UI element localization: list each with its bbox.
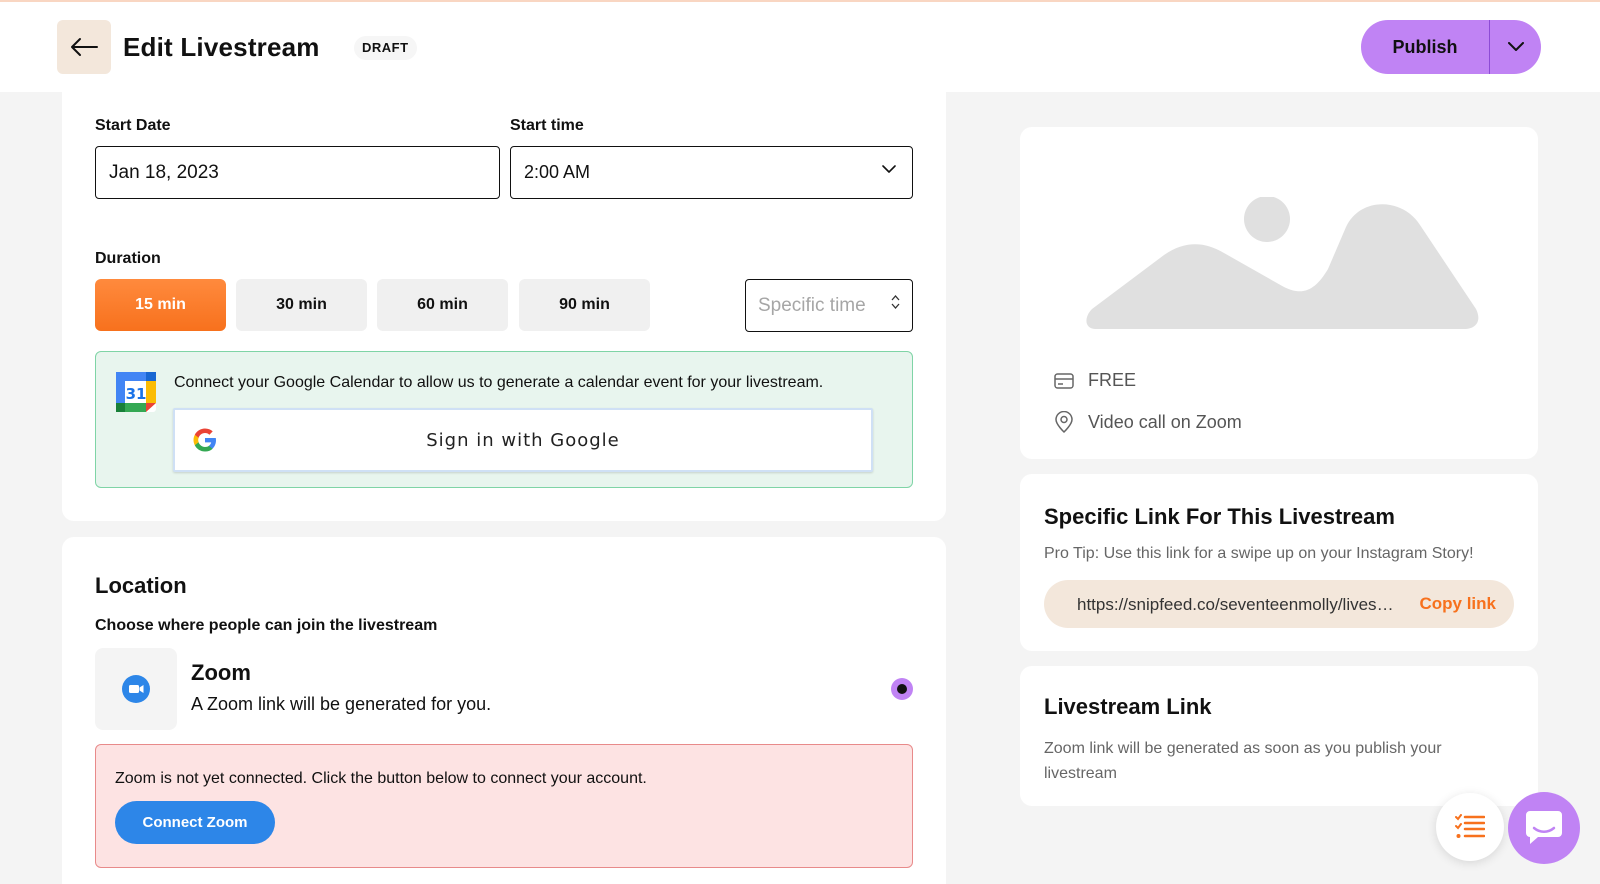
livestream-link-card: Livestream Link Zoom link will be genera… [1020, 666, 1538, 806]
livestream-link-text: Zoom link will be generated as soon as y… [1044, 740, 1442, 782]
specific-time-placeholder: Specific time [758, 294, 866, 316]
duration-label: Duration [95, 250, 161, 267]
calendar-day-number: 31 [126, 385, 147, 403]
image-placeholder-icon [1086, 197, 1479, 329]
chat-bubble-icon [1526, 811, 1562, 844]
duration-option-60[interactable]: 60 min [377, 279, 508, 331]
connect-zoom-button[interactable]: Connect Zoom [115, 801, 275, 844]
copy-link-button[interactable]: Copy link [1419, 594, 1496, 614]
start-time-select[interactable]: 2:00 AM [510, 146, 913, 199]
specific-link-card: Specific Link For This Livestream Pro Ti… [1020, 474, 1538, 651]
location-row: Video call on Zoom [1054, 411, 1242, 433]
chevron-down-icon [882, 165, 896, 173]
chat-support-button[interactable] [1508, 792, 1580, 864]
checklist-button[interactable] [1436, 793, 1504, 861]
location-title: Location [95, 573, 187, 598]
stepper-icon[interactable] [891, 295, 900, 309]
page-header: Edit Livestream DRAFT Publish [0, 2, 1600, 92]
zoom-option-title: Zoom [191, 660, 251, 685]
zoom-icon [122, 675, 150, 703]
google-calendar-message: Connect your Google Calendar to allow us… [174, 374, 824, 391]
zoom-warning-text: Zoom is not yet connected. Click the but… [115, 770, 647, 787]
back-button[interactable] [57, 20, 111, 74]
status-badge: DRAFT [354, 36, 417, 60]
publish-button-group: Publish [1361, 20, 1541, 74]
arrow-left-icon [71, 38, 98, 56]
price-text: FREE [1088, 370, 1137, 390]
sign-in-with-google-label: Sign in with Google [426, 430, 620, 451]
specific-time-input[interactable]: Specific time [745, 279, 913, 332]
location-text: Video call on Zoom [1088, 411, 1242, 432]
chevron-down-icon [891, 303, 900, 309]
specific-link-title: Specific Link For This Livestream [1044, 504, 1395, 529]
zoom-option-description: A Zoom link will be generated for you. [191, 694, 492, 714]
page-title: Edit Livestream [123, 32, 320, 62]
start-date-label: Start Date [95, 117, 171, 134]
livestream-preview-card: FREE Video call on Zoom [1020, 127, 1538, 459]
duration-option-90[interactable]: 90 min [519, 279, 650, 331]
sign-in-with-google-button[interactable]: Sign in with Google [173, 408, 873, 472]
start-time-value: 2:00 AM [524, 162, 591, 182]
start-date-input[interactable]: Jan 18, 2023 [95, 146, 500, 199]
specific-link-url[interactable]: https://snipfeed.co/seventeenmolly/lives… [1077, 595, 1397, 615]
publish-dropdown-button[interactable] [1490, 20, 1541, 74]
location-subtitle: Choose where people can join the livestr… [95, 617, 438, 634]
list-icon [1455, 814, 1485, 838]
chevron-up-icon [891, 295, 900, 301]
google-calendar-panel: 31 Connect your Google Calendar to allow… [95, 351, 913, 488]
google-calendar-icon: 31 [116, 372, 156, 412]
zoom-warning-panel: Zoom is not yet connected. Click the but… [95, 744, 913, 868]
map-pin-icon [1055, 411, 1073, 433]
specific-link-pill: https://snipfeed.co/seventeenmolly/lives… [1044, 580, 1514, 628]
radio-dot [897, 684, 907, 694]
duration-option-30[interactable]: 30 min [236, 279, 367, 331]
livestream-link-title: Livestream Link [1044, 694, 1212, 719]
duration-option-15[interactable]: 15 min [95, 279, 226, 331]
start-date-value: Jan 18, 2023 [109, 161, 219, 183]
zoom-option-radio[interactable] [891, 678, 913, 700]
chevron-down-icon [1507, 42, 1524, 51]
publish-button[interactable]: Publish [1361, 20, 1489, 74]
zoom-option-icon-box [95, 648, 177, 730]
price-row: FREE [1054, 370, 1136, 391]
start-time-label: Start time [510, 117, 584, 134]
specific-link-tip: Pro Tip: Use this link for a swipe up on… [1044, 545, 1474, 562]
credit-card-icon [1054, 372, 1074, 389]
